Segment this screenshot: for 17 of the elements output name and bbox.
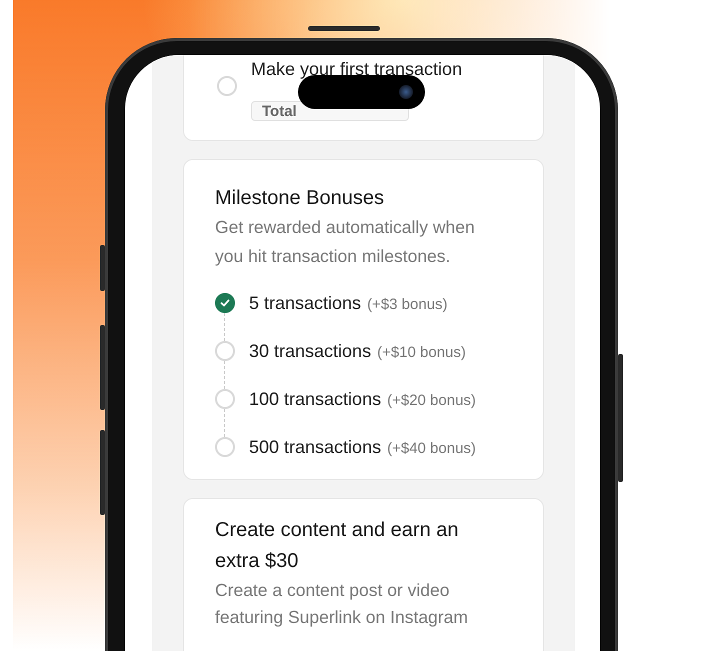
card-description: Get rewarded automatically when you hit transaction milestones. [215, 216, 476, 268]
card-description: Create a content post or video featuring Superlink on Instagram [215, 579, 469, 629]
milestone-label: 30 transactions (+$10 bonus) [249, 340, 466, 362]
milestone-label: 5 transactions (+$3 bonus) [249, 292, 448, 314]
task-checkbox[interactable] [217, 76, 237, 96]
camera-icon [399, 85, 413, 99]
connector-line [224, 313, 225, 341]
milestone-label: 500 transactions (+$40 bonus) [249, 436, 476, 458]
speaker-grille [308, 26, 380, 31]
connector-line [224, 409, 225, 437]
milestone-label: 100 transactions (+$20 bonus) [249, 388, 476, 410]
card-title: Create content and earn an extra $30 [215, 518, 460, 574]
task-title: Make your first transaction [251, 58, 464, 81]
check-icon [219, 297, 231, 309]
milestone-checkbox[interactable] [215, 293, 235, 313]
card-title: Milestone Bonuses [215, 186, 385, 211]
connector-line [224, 361, 225, 389]
